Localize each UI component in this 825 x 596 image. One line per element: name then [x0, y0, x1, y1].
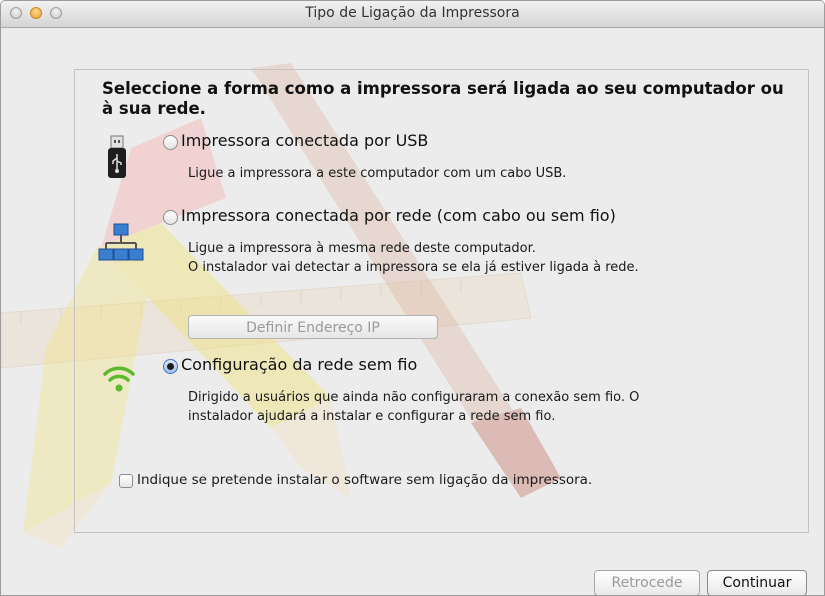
set-ip-address-button[interactable]: Definir Endereço IP	[188, 315, 438, 339]
wireless-option-radio[interactable]	[163, 359, 178, 374]
network-option-radio[interactable]	[163, 210, 178, 225]
wireless-description-line-2: instalador ajudará a instalar e configur…	[188, 409, 556, 424]
back-button[interactable]: Retrocede	[594, 570, 700, 595]
usb-icon	[108, 135, 126, 178]
radio-selected-dot	[167, 363, 174, 370]
wireless-option-label[interactable]: Configuração da rede sem fio	[181, 355, 417, 374]
title-bar: Tipo de Ligação da Impressora	[1, 1, 824, 28]
install-without-printer-label[interactable]: Indique se pretende instalar o software …	[137, 472, 592, 488]
usb-description-line: Ligue a impressora a este computador com…	[188, 166, 567, 181]
usb-option-radio[interactable]	[163, 135, 178, 150]
usb-option-description: Ligue a impressora a este computador com…	[188, 164, 566, 183]
window-title: Tipo de Ligação da Impressora	[305, 5, 520, 21]
network-option-label[interactable]: Impressora conectada por rede (com cabo …	[181, 206, 616, 225]
network-description-line-1: Ligue a impressora à mesma rede deste co…	[188, 241, 536, 256]
wifi-icon	[103, 366, 135, 392]
network-icon	[98, 223, 144, 261]
page-heading: Seleccione a forma como a impressora ser…	[102, 79, 784, 118]
network-description-line-2: O instalador vai detectar a impressora s…	[188, 260, 639, 275]
usb-option-label[interactable]: Impressora conectada por USB	[181, 131, 428, 150]
wireless-description-line-1: Dirigido a usuários que ainda não config…	[188, 390, 640, 405]
continue-button[interactable]: Continuar	[707, 570, 807, 595]
wireless-option-description: Dirigido a usuários que ainda não config…	[188, 388, 639, 426]
install-without-printer-checkbox[interactable]	[119, 474, 133, 488]
network-option-description: Ligue a impressora à mesma rede deste co…	[188, 239, 639, 277]
installer-window: Tipo de Ligação da Impressora Seleccione…	[0, 0, 825, 596]
